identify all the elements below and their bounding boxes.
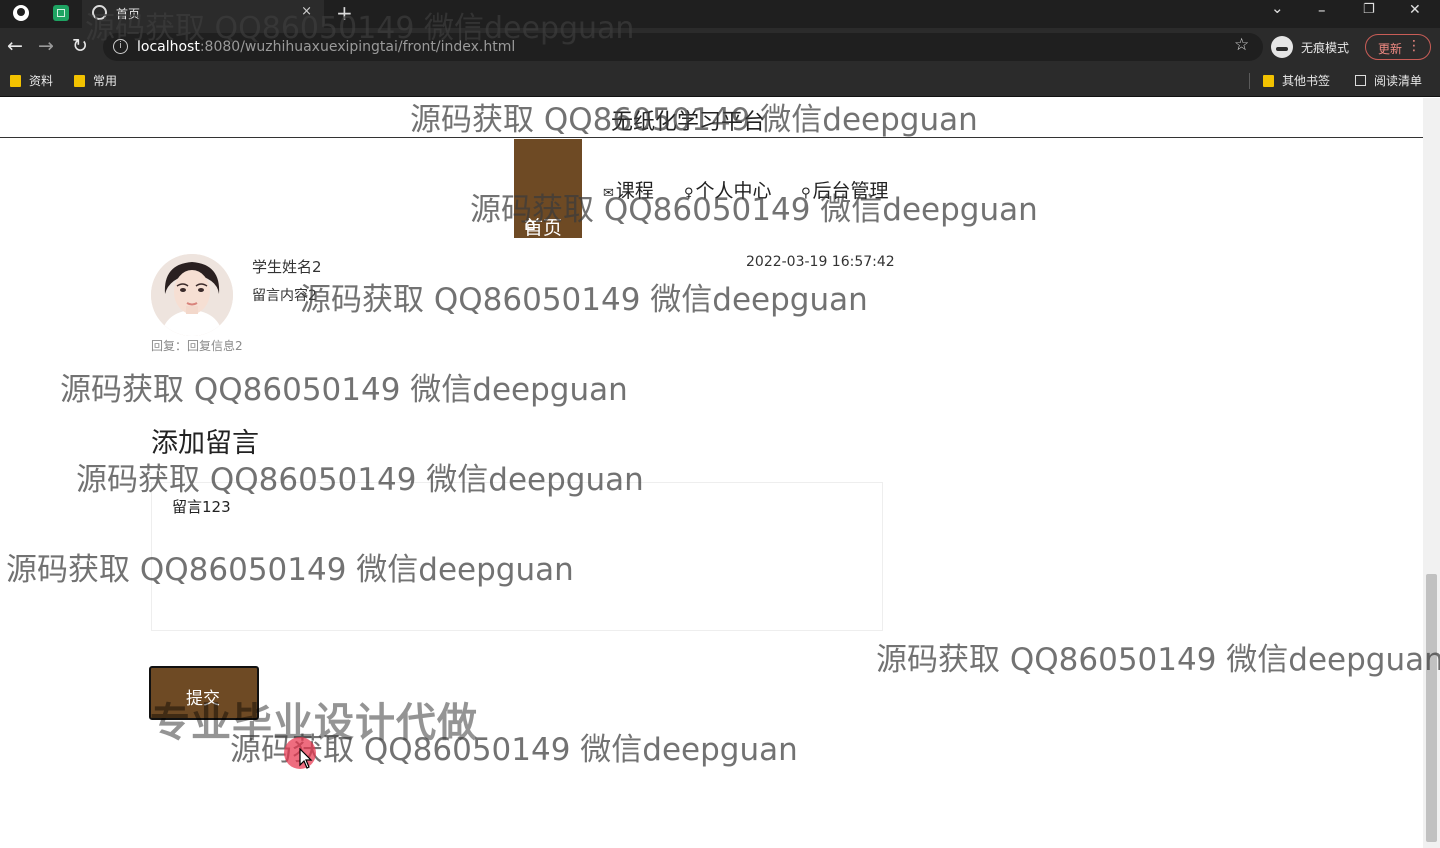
reading-list-icon — [1355, 75, 1366, 86]
browser-tab-active[interactable]: 首页 × — [82, 0, 324, 28]
message-textarea-value[interactable]: 留言123 — [172, 496, 231, 517]
folder-icon — [74, 75, 85, 87]
incognito-icon[interactable] — [1271, 36, 1293, 58]
window-maximize-button[interactable]: ❐ — [1363, 2, 1375, 17]
update-button[interactable]: 更新 ⋮ — [1365, 34, 1431, 60]
user-icon: ♀ — [684, 186, 694, 201]
bookmark-folder-ziliao[interactable]: 资料 — [10, 72, 53, 89]
window-minimize-button[interactable]: – — [1318, 1, 1326, 19]
page-scrollbar[interactable] — [1423, 98, 1440, 848]
url-text[interactable]: localhost:8080/wuzhihuaxuexipingtai/fron… — [137, 39, 515, 55]
watermark: 源码获取 QQ86050149 微信deepguan — [60, 372, 628, 408]
tab-title: 首页 — [116, 7, 141, 21]
tab-favicon-icon — [92, 5, 107, 20]
browser-tab-bar: 首页 × + ⌄ – ❐ ✕ — [0, 0, 1440, 28]
message-timestamp: 2022-03-19 16:57:42 — [746, 254, 895, 270]
nav-profile-label: 个人中心 — [695, 180, 772, 202]
promo-watermark: 专业毕业设计代做 — [150, 700, 478, 746]
bookmark-other[interactable]: 其他书签 — [1263, 72, 1330, 89]
nav-admin-label: 后台管理 — [812, 180, 889, 202]
nav-courses-label: 课程 — [615, 180, 654, 202]
update-label: 更新 — [1378, 42, 1403, 56]
bookmark-star-icon[interactable]: ☆ — [1234, 35, 1249, 55]
site-info-icon[interactable]: i — [113, 39, 128, 54]
envelope-icon: ✉ — [603, 186, 614, 201]
nav-profile[interactable]: ♀ 个人中心 — [684, 176, 772, 203]
avatar — [151, 254, 233, 336]
tab-search-dropdown-icon[interactable]: ⌄ — [1271, 0, 1284, 17]
nav-home-label: 首页 — [524, 217, 563, 239]
scrollbar-thumb[interactable] — [1426, 574, 1437, 842]
watermark: 源码获取 QQ86050149 微信deepguan — [876, 642, 1440, 678]
incognito-label[interactable]: 无痕模式 — [1301, 39, 1349, 56]
message-content: 留言内容2 — [252, 288, 317, 304]
nav-home[interactable]: ⌂ 首页 — [514, 139, 582, 239]
address-bar[interactable]: i localhost:8080/wuzhihuaxuexipingtai/fr… — [103, 33, 1263, 61]
watermark: 源码获取 QQ86050149 微信deepguan — [300, 282, 868, 318]
bookmark-folder-changyong[interactable]: 常用 — [74, 72, 117, 89]
spreadsheet-tab-icon[interactable] — [53, 5, 69, 21]
new-tab-button[interactable]: + — [336, 1, 353, 25]
nav-admin[interactable]: ⚲ 后台管理 — [801, 176, 889, 203]
browser-toolbar: ← → ↻ i localhost:8080/wuzhihuaxuexiping… — [0, 28, 1440, 66]
globe-icon[interactable] — [13, 5, 29, 21]
bookmarks-divider — [1249, 73, 1250, 89]
tab-close-icon[interactable]: × — [301, 4, 312, 19]
site-title: 无纸化学习平台 — [611, 110, 766, 135]
student-name: 学生姓名2 — [252, 258, 322, 276]
forward-icon[interactable]: → — [38, 35, 54, 57]
nav-courses[interactable]: ✉ 课程 — [603, 176, 654, 203]
window-close-button[interactable]: ✕ — [1409, 2, 1421, 18]
message-reply: 回复：回复信息2 — [151, 339, 243, 353]
reading-list[interactable]: 阅读清单 — [1355, 72, 1422, 89]
reload-icon[interactable]: ↻ — [72, 35, 88, 57]
message-textarea[interactable]: 留言123 — [151, 482, 883, 631]
cursor-pointer-icon — [299, 748, 313, 769]
add-message-title: 添加留言 — [151, 428, 259, 459]
folder-icon — [10, 75, 21, 87]
menu-icon[interactable]: ⋮ — [1407, 38, 1421, 54]
bookmarks-bar: 资料 常用 其他书签 阅读清单 — [0, 66, 1440, 97]
header-divider — [0, 137, 1423, 138]
folder-icon — [1263, 75, 1274, 87]
link-icon: ⚲ — [801, 186, 811, 201]
back-icon[interactable]: ← — [7, 35, 23, 57]
